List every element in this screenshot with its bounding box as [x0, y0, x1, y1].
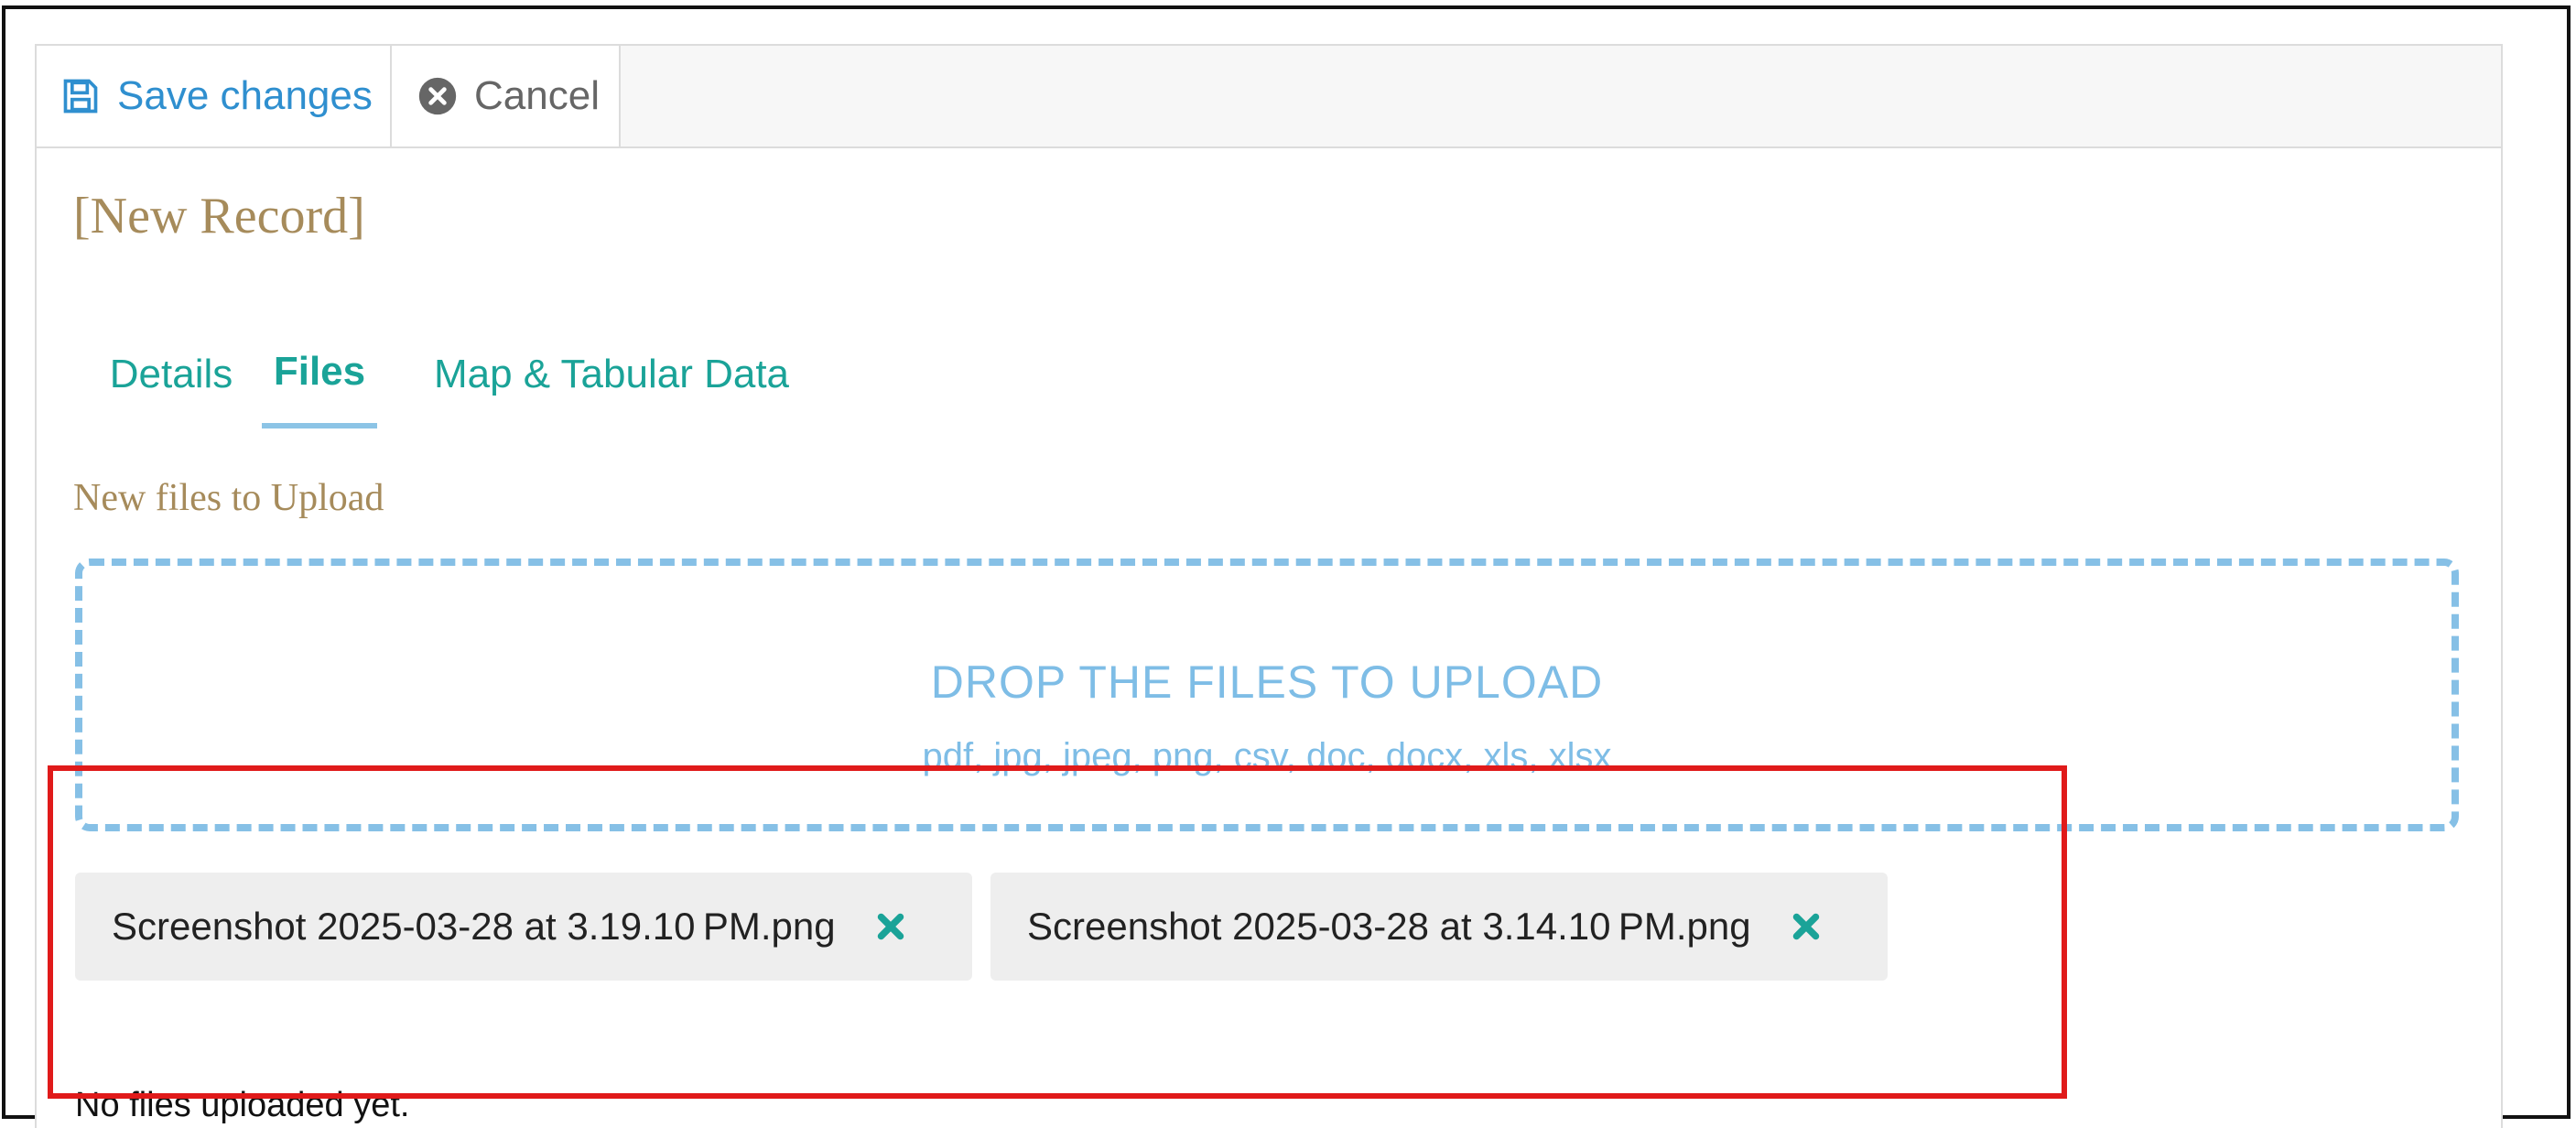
- cancel-button-label: Cancel: [474, 73, 600, 118]
- save-button[interactable]: Save changes: [37, 46, 392, 146]
- record-editor-panel: Save changes Cancel [New Record] Details…: [35, 44, 2503, 1128]
- pending-file-chip: Screenshot 2025-03-28 at 3.14.10 PM.png: [990, 873, 1888, 981]
- tab-map-tabular-data[interactable]: Map & Tabular Data: [419, 320, 804, 428]
- remove-file-icon[interactable]: [874, 910, 907, 943]
- pending-file-chip: Screenshot 2025-03-28 at 3.19.10 PM.png: [75, 873, 972, 981]
- save-button-label: Save changes: [117, 73, 373, 118]
- pending-file-name: Screenshot 2025-03-28 at 3.14.10 PM.png: [1027, 905, 1751, 948]
- file-dropzone[interactable]: DROP THE FILES TO UPLOAD pdf, jpg, jpeg,…: [75, 559, 2459, 831]
- no-files-message: No files uploaded yet.: [75, 1086, 410, 1124]
- pending-file-name: Screenshot 2025-03-28 at 3.19.10 PM.png: [112, 905, 836, 948]
- record-tabs: Details Files Map & Tabular Data: [37, 320, 952, 430]
- dropzone-title: DROP THE FILES TO UPLOAD: [930, 656, 1604, 708]
- tab-details[interactable]: Details: [84, 320, 258, 428]
- record-title: [New Record]: [73, 188, 365, 244]
- remove-file-icon[interactable]: [1790, 910, 1823, 943]
- toolbar: Save changes Cancel: [37, 46, 2501, 148]
- tab-files[interactable]: Files: [262, 320, 377, 428]
- close-circle-icon: [417, 76, 458, 116]
- floppy-disk-icon: [60, 76, 101, 116]
- upload-section-label: New files to Upload: [73, 477, 384, 519]
- pending-files-list: Screenshot 2025-03-28 at 3.19.10 PM.png …: [75, 873, 1888, 981]
- screenshot-frame: Save changes Cancel [New Record] Details…: [2, 5, 2571, 1128]
- dropzone-allowed-types: pdf, jpg, jpeg, png, csv, doc, docx, xls…: [922, 736, 1612, 776]
- cancel-button[interactable]: Cancel: [392, 46, 621, 146]
